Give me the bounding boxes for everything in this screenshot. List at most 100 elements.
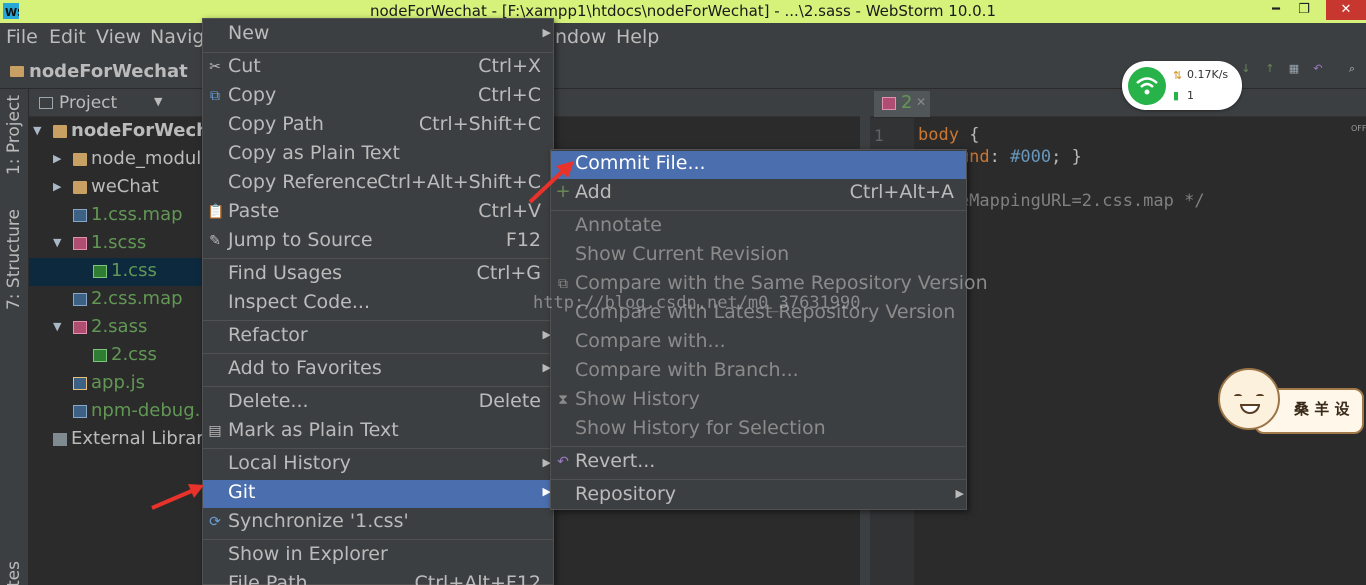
menu-item-cut[interactable]: ✂ Cut Ctrl+X bbox=[203, 54, 553, 82]
vcs-compare-icon[interactable]: ▦ bbox=[1286, 62, 1302, 78]
menu-item-compare-with-branch[interactable]: Compare with Branch... bbox=[551, 358, 966, 386]
tree-item-node-modules[interactable]: ▶ node_module bbox=[29, 146, 212, 174]
cat-sticker: 桑 羊 设 bbox=[1218, 368, 1366, 438]
tree-item-wechat[interactable]: ▶ weChat bbox=[29, 174, 203, 202]
menu-item-synchronize[interactable]: ⟳ Synchronize '1.css' bbox=[203, 509, 553, 537]
menu-item-repository[interactable]: Repository ▶ bbox=[551, 482, 966, 510]
tree-item-2-sass[interactable]: ▼ 2.sass bbox=[29, 314, 203, 342]
menu-item-label: File Path bbox=[228, 572, 308, 585]
menu-item-label: Compare with Branch... bbox=[575, 359, 799, 381]
revert-icon: ↶ bbox=[557, 454, 569, 470]
menu-item-delete[interactable]: Delete... Delete bbox=[203, 389, 553, 417]
menu-item-annotate[interactable]: Annotate bbox=[551, 213, 966, 241]
tree-item-2-css-map[interactable]: 2.css.map bbox=[29, 286, 203, 314]
menu-window[interactable]: ndow bbox=[555, 26, 606, 48]
menu-item-label: New bbox=[228, 22, 270, 44]
expand-arrow-icon[interactable]: ▼ bbox=[53, 320, 61, 333]
expand-arrow-icon[interactable]: ▼ bbox=[33, 124, 41, 137]
chevron-down-icon[interactable]: ▼ bbox=[154, 95, 162, 108]
menu-separator bbox=[203, 52, 553, 53]
menu-item-show-in-explorer[interactable]: Show in Explorer bbox=[203, 542, 553, 570]
breadcrumb[interactable]: nodeForWechat bbox=[10, 61, 188, 82]
editor-tab-2-sass[interactable]: 2 ✕ bbox=[874, 91, 930, 117]
menu-item-git[interactable]: Git ▶ bbox=[203, 480, 553, 508]
compare-icon: ⧉ bbox=[558, 276, 568, 292]
menu-item-add-to-favorites[interactable]: Add to Favorites ▶ bbox=[203, 356, 553, 384]
menu-item-copy[interactable]: ⧉ Copy Ctrl+C bbox=[203, 83, 553, 111]
tab-structure[interactable]: 7: Structure bbox=[4, 209, 24, 310]
menu-item-mark-plain-text[interactable]: ▤ Mark as Plain Text bbox=[203, 418, 553, 446]
watermark: http://blog.csdn.net/m0_37631990 bbox=[533, 293, 861, 313]
library-icon bbox=[53, 433, 67, 446]
tree-item-label: 1.css bbox=[111, 260, 157, 281]
menu-item-label: Copy bbox=[228, 84, 277, 106]
search-icon[interactable]: ⌕ bbox=[1344, 62, 1360, 78]
menu-item-label: Mark as Plain Text bbox=[228, 419, 399, 441]
menu-item-revert[interactable]: ↶ Revert... bbox=[551, 449, 966, 477]
menu-item-label: Add to Favorites bbox=[228, 357, 382, 379]
close-tab-icon[interactable]: ✕ bbox=[916, 95, 926, 109]
network-widget[interactable]: ⇅ 0.17K/s ▮ 1 bbox=[1122, 61, 1242, 110]
js-file-icon bbox=[73, 377, 87, 390]
menu-item-new[interactable]: New ▶ bbox=[203, 21, 553, 49]
tab-favorites[interactable]: tes bbox=[4, 561, 24, 585]
annotation-arrow-git bbox=[151, 484, 204, 510]
menu-edit[interactable]: Edit bbox=[49, 26, 86, 48]
menu-item-copy-reference[interactable]: Copy Reference Ctrl+Alt+Shift+C bbox=[203, 170, 553, 198]
menu-separator bbox=[551, 446, 966, 447]
menu-navigate[interactable]: Navig bbox=[150, 26, 204, 48]
code-line-1[interactable]: body { bbox=[918, 125, 979, 145]
menu-item-file-path[interactable]: File Path Ctrl+Alt+F12 bbox=[203, 571, 553, 585]
breadcrumb-project: nodeForWechat bbox=[29, 61, 188, 82]
menu-item-show-history-selection[interactable]: Show History for Selection bbox=[551, 416, 966, 444]
collapse-arrow-icon[interactable]: ▶ bbox=[53, 152, 61, 165]
restore-button[interactable]: ❐ bbox=[1290, 0, 1318, 20]
menu-item-local-history[interactable]: Local History ▶ bbox=[203, 451, 553, 479]
tree-item-1-css-map[interactable]: 1.css.map bbox=[29, 202, 203, 230]
project-view-label[interactable]: Project bbox=[59, 93, 117, 113]
menu-item-commit-file[interactable]: Commit File... bbox=[551, 151, 966, 179]
text-file-icon: ▤ bbox=[208, 423, 222, 439]
vcs-commit-icon[interactable]: ↑ bbox=[1262, 62, 1278, 78]
menu-item-refactor[interactable]: Refactor ▶ bbox=[203, 323, 553, 351]
menu-item-compare-with[interactable]: Compare with... bbox=[551, 329, 966, 357]
menu-item-show-current-revision[interactable]: Show Current Revision bbox=[551, 242, 966, 270]
menu-view[interactable]: View bbox=[96, 26, 141, 48]
menu-item-shortcut: Ctrl+Shift+C bbox=[418, 113, 541, 135]
device-count: 1 bbox=[1187, 89, 1194, 102]
menu-item-shortcut: Ctrl+C bbox=[478, 84, 541, 106]
collapse-arrow-icon[interactable]: ▶ bbox=[53, 180, 61, 193]
menu-item-label: Show History bbox=[575, 388, 700, 410]
menu-item-show-history[interactable]: ⧗ Show History bbox=[551, 387, 966, 415]
tree-item-2-css[interactable]: 2.css bbox=[29, 342, 203, 370]
project-view-icon bbox=[39, 97, 53, 109]
menu-item-add[interactable]: + Add Ctrl+Alt+A bbox=[551, 180, 966, 208]
tree-item-1-scss[interactable]: ▼ 1.scss bbox=[29, 230, 203, 258]
tree-item-root[interactable]: ▼ nodeForWecha bbox=[29, 118, 221, 146]
menu-item-copy-path[interactable]: Copy Path Ctrl+Shift+C bbox=[203, 112, 553, 140]
close-button[interactable]: ✕ bbox=[1326, 0, 1366, 20]
tree-item-npm-debug[interactable]: npm-debug.l bbox=[29, 398, 205, 426]
tree-item-label: 2.sass bbox=[91, 316, 148, 337]
menu-item-paste[interactable]: 📋 Paste Ctrl+V bbox=[203, 199, 553, 227]
vcs-revert-icon[interactable]: ↶ bbox=[1310, 62, 1326, 78]
minimize-button[interactable]: ━ bbox=[1262, 0, 1290, 20]
expand-arrow-icon[interactable]: ▼ bbox=[53, 236, 61, 249]
menu-item-find-usages[interactable]: Find Usages Ctrl+G bbox=[203, 261, 553, 289]
menu-item-copy-plain[interactable]: Copy as Plain Text bbox=[203, 141, 553, 169]
menu-item-label: Show History for Selection bbox=[575, 417, 826, 439]
traffic-icon: ⇅ bbox=[1173, 69, 1183, 82]
menu-item-label: Copy Reference bbox=[228, 171, 378, 193]
json-file-icon bbox=[73, 293, 87, 306]
menu-help[interactable]: Help bbox=[616, 26, 659, 48]
scissors-icon: ✂ bbox=[209, 59, 221, 75]
tab-project[interactable]: 1: Project bbox=[4, 95, 24, 175]
menu-file[interactable]: File bbox=[6, 26, 38, 48]
menu-item-label: Local History bbox=[228, 452, 351, 474]
tree-item-1-css[interactable]: 1.css bbox=[29, 258, 203, 286]
menu-item-jump-to-source[interactable]: ✎ Jump to Source F12 bbox=[203, 228, 553, 256]
menu-item-inspect-code[interactable]: Inspect Code... bbox=[203, 290, 553, 318]
cat-eye-icon bbox=[1256, 394, 1264, 398]
tree-item-external-libraries[interactable]: External Librarie bbox=[29, 426, 220, 454]
tree-item-app-js[interactable]: app.js bbox=[29, 370, 203, 398]
